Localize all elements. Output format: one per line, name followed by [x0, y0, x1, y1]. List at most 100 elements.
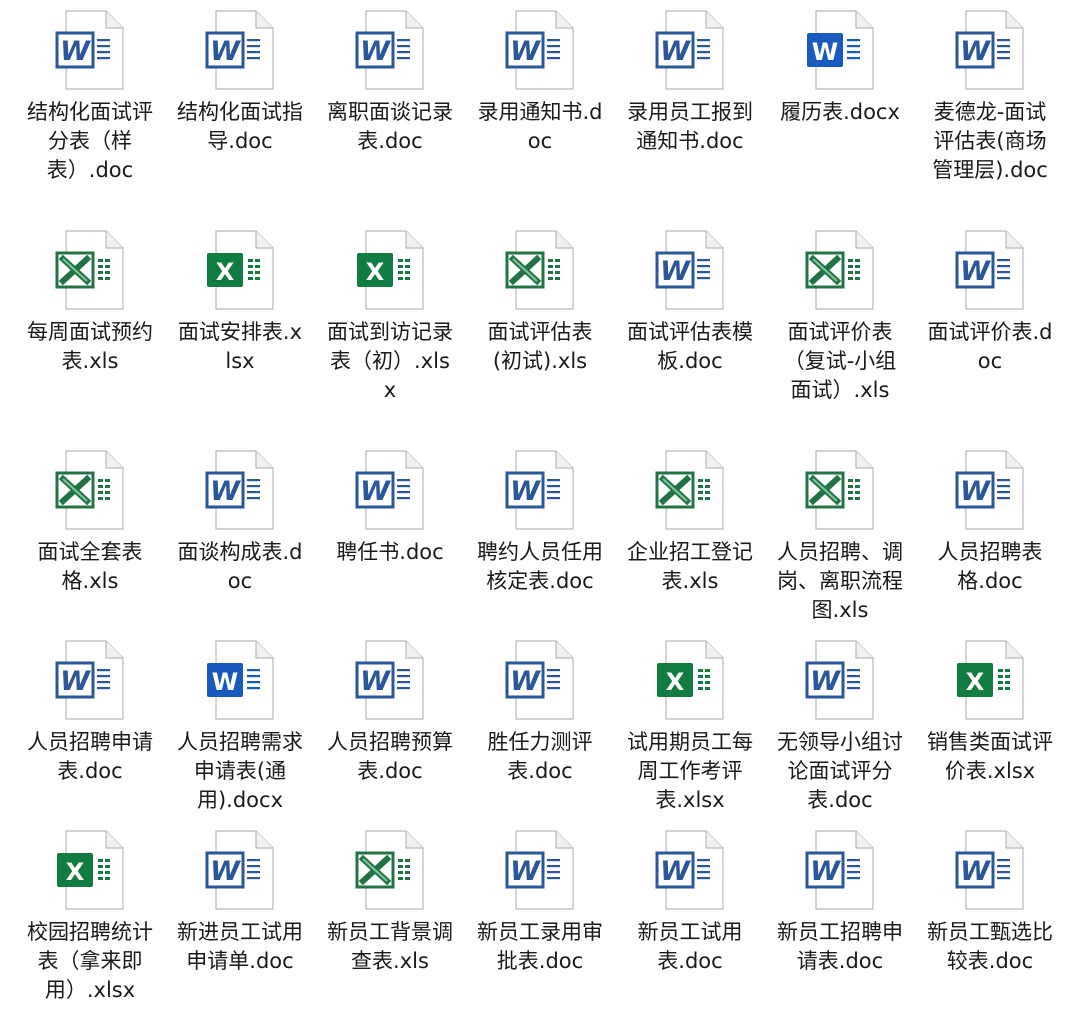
svg-text:W: W — [210, 856, 241, 887]
word-icon: W — [954, 10, 1026, 90]
svg-text:W: W — [60, 666, 91, 697]
excel-xlsx-icon: X — [354, 230, 426, 310]
svg-text:W: W — [660, 256, 691, 287]
file-name-label: 面试安排表.xlsx — [177, 320, 303, 373]
word-icon: W — [54, 10, 126, 90]
file-item[interactable]: W 新员工试用表.doc — [615, 830, 765, 976]
excel-xlsx-icon: X — [54, 830, 126, 910]
excel-icon — [354, 830, 426, 910]
file-name-label: 企业招工登记表.xls — [627, 540, 753, 593]
file-item[interactable]: W 离职面谈记录表.doc — [315, 10, 465, 156]
file-item[interactable]: 人员招聘、调岗、离职流程图.xls — [765, 450, 915, 625]
svg-text:W: W — [960, 476, 991, 507]
file-name-label: 聘任书.doc — [336, 540, 444, 564]
file-item[interactable]: W 人员招聘申请表.doc — [15, 640, 165, 786]
file-item[interactable]: W 聘任书.doc — [315, 450, 465, 567]
file-item[interactable]: X 面试到访记录表（初）.xlsx — [315, 230, 465, 405]
word-icon: W — [954, 230, 1026, 310]
excel-icon — [504, 230, 576, 310]
word-icon: W — [204, 10, 276, 90]
file-name-label: 面谈构成表.doc — [177, 540, 303, 593]
file-name-label: 新员工录用审批表.doc — [477, 920, 603, 973]
file-name-label: 人员招聘表格.doc — [937, 540, 1043, 593]
svg-text:W: W — [660, 856, 691, 887]
file-item[interactable]: W 录用员工报到通知书.doc — [615, 10, 765, 156]
file-item[interactable]: W 新进员工试用申请单.doc — [165, 830, 315, 976]
file-item[interactable]: W 新员工甄选比较表.doc — [915, 830, 1065, 976]
file-item[interactable]: W 面试评估表模板.doc — [615, 230, 765, 376]
word-icon: W — [504, 450, 576, 530]
file-name-label: 新员工背景调查表.xls — [327, 920, 453, 973]
svg-text:W: W — [210, 476, 241, 507]
file-name-label: 人员招聘需求申请表(通用).docx — [177, 730, 303, 812]
file-item[interactable]: W 新员工招聘申请表.doc — [765, 830, 915, 976]
excel-icon — [804, 230, 876, 310]
file-item[interactable]: W 结构化面试评分表（样表）.doc — [15, 10, 165, 185]
word-icon: W — [654, 230, 726, 310]
file-item[interactable]: 企业招工登记表.xls — [615, 450, 765, 596]
file-item[interactable]: W 胜任力测评表.doc — [465, 640, 615, 786]
word-icon: W — [504, 640, 576, 720]
file-name-label: 新员工试用表.doc — [637, 920, 743, 973]
file-item[interactable]: W 新员工录用审批表.doc — [465, 830, 615, 976]
svg-text:W: W — [360, 36, 391, 67]
word-icon: W — [354, 640, 426, 720]
svg-text:W: W — [660, 36, 691, 67]
word-icon: W — [954, 450, 1026, 530]
file-item[interactable]: W 履历表.docx — [765, 10, 915, 127]
file-item[interactable]: X 试用期员工每周工作考评表.xlsx — [615, 640, 765, 815]
file-name-label: 结构化面试评分表（样表）.doc — [27, 100, 153, 182]
svg-text:X: X — [966, 668, 985, 696]
svg-text:W: W — [210, 36, 241, 67]
file-item[interactable]: W 无领导小组讨论面试评分表.doc — [765, 640, 915, 815]
file-item[interactable]: W 面试评价表.doc — [915, 230, 1065, 376]
file-item[interactable]: 面试评估表(初试).xls — [465, 230, 615, 376]
file-name-label: 结构化面试指导.doc — [177, 100, 303, 153]
file-item[interactable]: W 人员招聘表格.doc — [915, 450, 1065, 596]
file-item[interactable]: W 人员招聘需求申请表(通用).docx — [165, 640, 315, 815]
svg-text:W: W — [510, 36, 541, 67]
excel-icon — [804, 450, 876, 530]
file-name-label: 面试评价表（复试-小组面试）.xls — [783, 320, 897, 402]
svg-text:W: W — [812, 38, 838, 66]
file-item[interactable]: 每周面试预约表.xls — [15, 230, 165, 376]
file-item[interactable]: 面试全套表格.xls — [15, 450, 165, 596]
file-name-label: 录用员工报到通知书.doc — [627, 100, 753, 153]
file-name-label: 新进员工试用申请单.doc — [177, 920, 303, 973]
excel-icon — [654, 450, 726, 530]
word-icon: W — [354, 450, 426, 530]
file-item[interactable]: W 麦德龙-面试评估表(商场管理层).doc — [915, 10, 1065, 185]
file-item[interactable]: X 校园招聘统计表（拿来即用）.xlsx — [15, 830, 165, 1005]
file-name-label: 新员工招聘申请表.doc — [777, 920, 903, 973]
svg-text:X: X — [666, 668, 685, 696]
file-name-label: 人员招聘申请表.doc — [27, 730, 153, 783]
excel-icon — [54, 230, 126, 310]
file-name-label: 聘约人员任用核定表.doc — [477, 540, 603, 593]
word-icon: W — [804, 640, 876, 720]
svg-text:W: W — [960, 36, 991, 67]
file-name-label: 麦德龙-面试评估表(商场管理层).doc — [932, 100, 1048, 182]
file-item[interactable]: 面试评价表（复试-小组面试）.xls — [765, 230, 915, 405]
file-name-label: 履历表.docx — [780, 100, 900, 124]
file-item[interactable]: W 结构化面试指导.doc — [165, 10, 315, 156]
svg-text:W: W — [360, 476, 391, 507]
file-name-label: 胜任力测评表.doc — [487, 730, 593, 783]
excel-xlsx-icon: X — [204, 230, 276, 310]
file-item[interactable]: 新员工背景调查表.xls — [315, 830, 465, 976]
svg-text:W: W — [810, 666, 841, 697]
file-item[interactable]: X 面试安排表.xlsx — [165, 230, 315, 376]
file-item[interactable]: W 录用通知书.doc — [465, 10, 615, 156]
file-item[interactable]: W 人员招聘预算表.doc — [315, 640, 465, 786]
word-icon: W — [804, 830, 876, 910]
word-icon: W — [504, 830, 576, 910]
file-item[interactable]: X 销售类面试评价表.xlsx — [915, 640, 1065, 786]
file-item[interactable]: W 面谈构成表.doc — [165, 450, 315, 596]
svg-text:X: X — [66, 858, 85, 886]
excel-xlsx-icon: X — [654, 640, 726, 720]
word-icon: W — [954, 830, 1026, 910]
svg-text:W: W — [510, 856, 541, 887]
file-name-label: 面试评估表模板.doc — [627, 320, 753, 373]
file-item[interactable]: W 聘约人员任用核定表.doc — [465, 450, 615, 596]
excel-icon — [54, 450, 126, 530]
word-icon: W — [354, 10, 426, 90]
